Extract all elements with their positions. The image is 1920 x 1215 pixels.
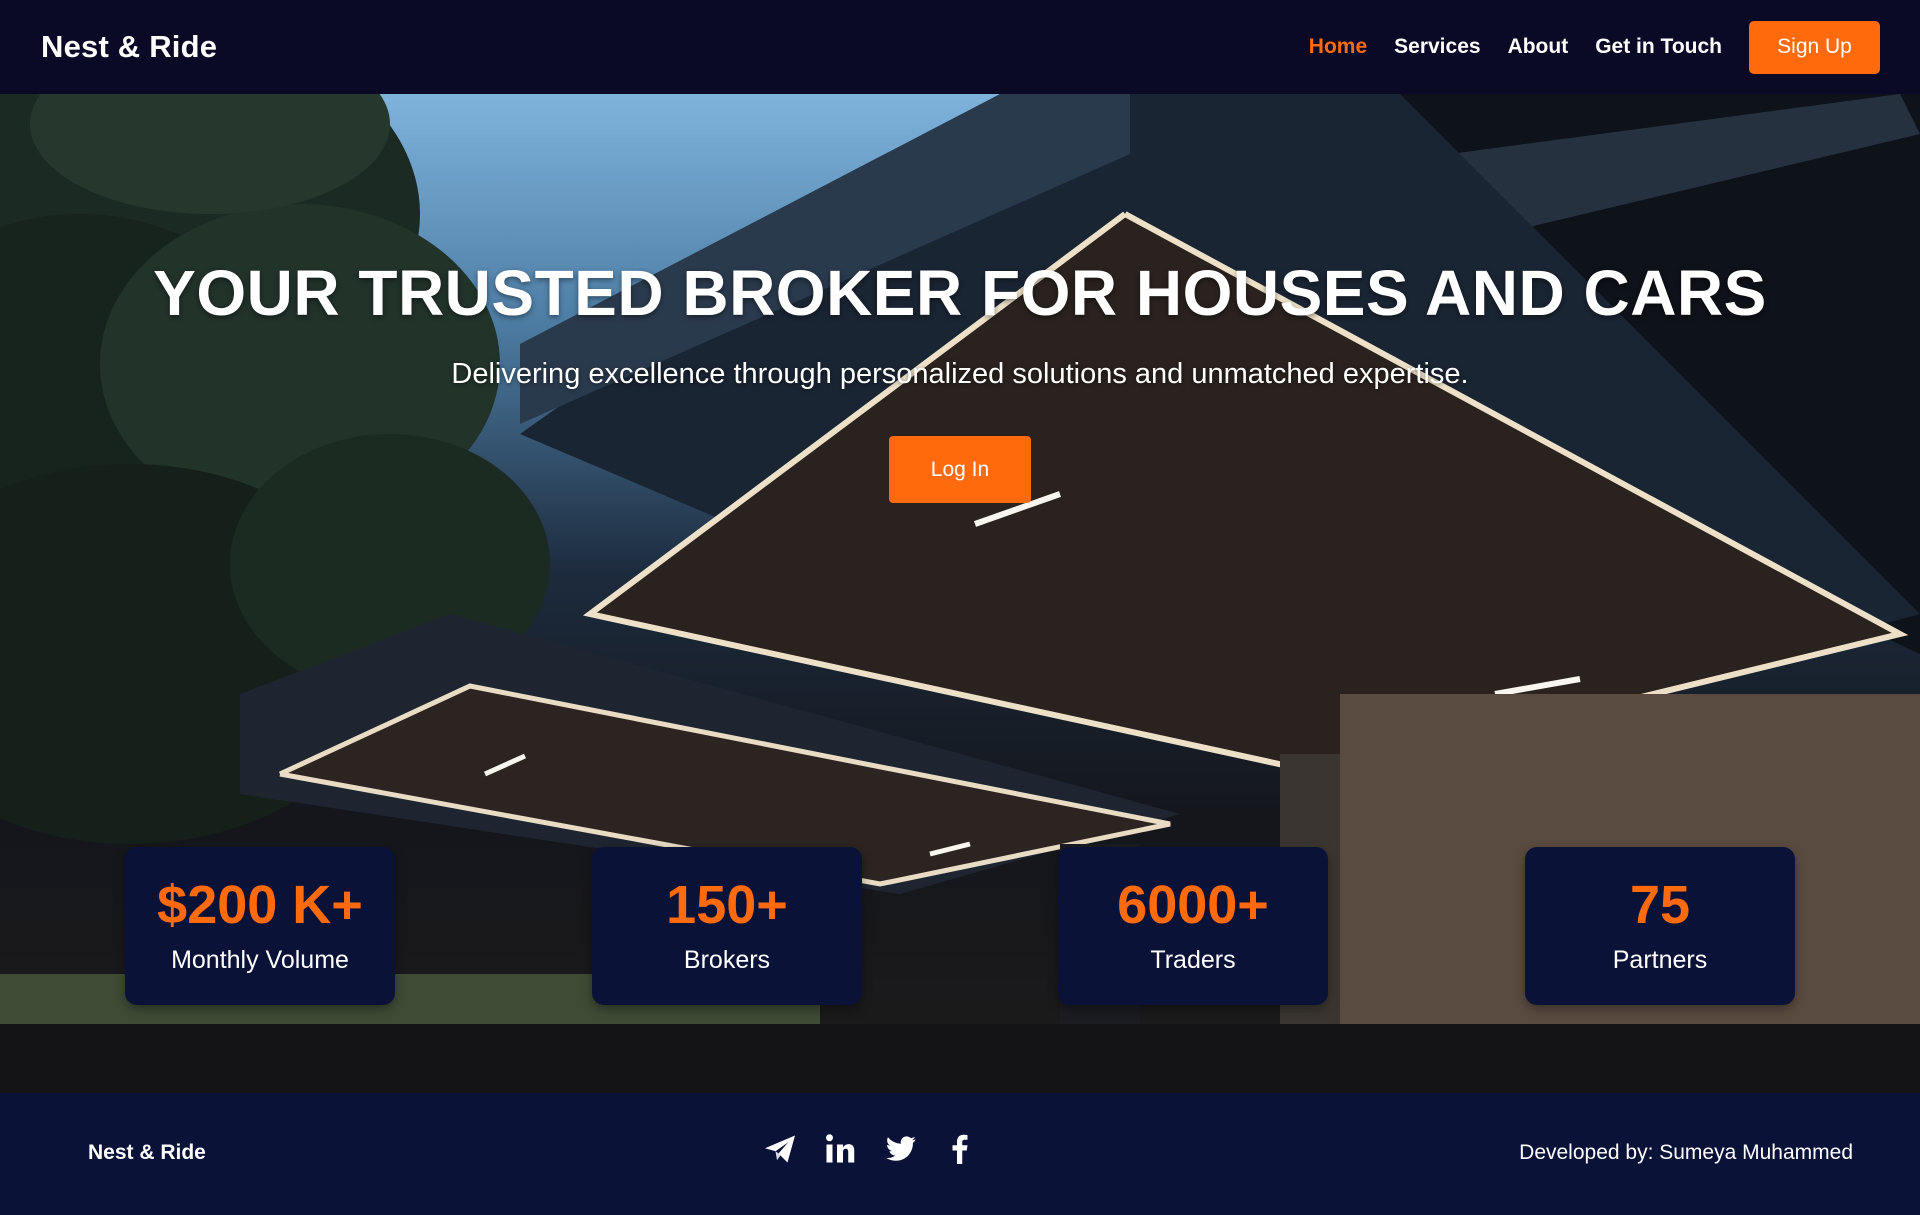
nav-contact-link[interactable]: Get in Touch (1595, 35, 1722, 59)
stat-value: $200 K+ (157, 874, 363, 935)
stat-card-brokers: 150+ Brokers (592, 847, 862, 1005)
facebook-icon[interactable] (942, 1131, 978, 1167)
hero-title: YOUR TRUSTED BROKER FOR HOUSES AND CARS (153, 257, 1767, 329)
nav-services-link[interactable]: Services (1394, 35, 1480, 59)
stat-card-traders: 6000+ Traders (1058, 847, 1328, 1005)
stat-value: 75 (1629, 874, 1691, 935)
stat-card-partners: 75 Partners (1525, 847, 1795, 1005)
login-button[interactable]: Log In (889, 436, 1031, 503)
developer-credit: Developed by: Sumeya Muhammed (1519, 1141, 1853, 1164)
stat-label: Traders (1150, 945, 1236, 974)
stat-card-monthly-volume: $200 K+ Monthly Volume (125, 847, 395, 1005)
telegram-icon[interactable] (762, 1131, 798, 1167)
navbar: Nest & Ride Home Services About Get in T… (0, 0, 1920, 94)
linkedin-icon[interactable] (822, 1131, 858, 1167)
social-links (762, 1131, 1002, 1167)
nav-links: Home Services About Get in Touch Sign Up (1282, 20, 1880, 74)
stat-label: Monthly Volume (171, 945, 349, 974)
hero-subtitle: Delivering excellence through personaliz… (451, 358, 1469, 390)
brand-logo[interactable]: Nest & Ride (41, 29, 217, 65)
footer: Nest & Ride Developed by: Sumeya Muhamme… (0, 1093, 1920, 1215)
stat-label: Partners (1612, 945, 1708, 974)
stat-value: 150+ (666, 874, 788, 935)
nav-about-link[interactable]: About (1508, 35, 1569, 59)
twitter-icon[interactable] (882, 1131, 918, 1167)
nav-home-link[interactable]: Home (1309, 35, 1367, 59)
signup-button[interactable]: Sign Up (1749, 20, 1880, 74)
stat-value: 6000+ (1117, 874, 1269, 935)
footer-brand: Nest & Ride (88, 1141, 206, 1164)
stat-label: Brokers (683, 945, 771, 974)
hero-section: YOUR TRUSTED BROKER FOR HOUSES AND CARS … (0, 94, 1920, 1093)
